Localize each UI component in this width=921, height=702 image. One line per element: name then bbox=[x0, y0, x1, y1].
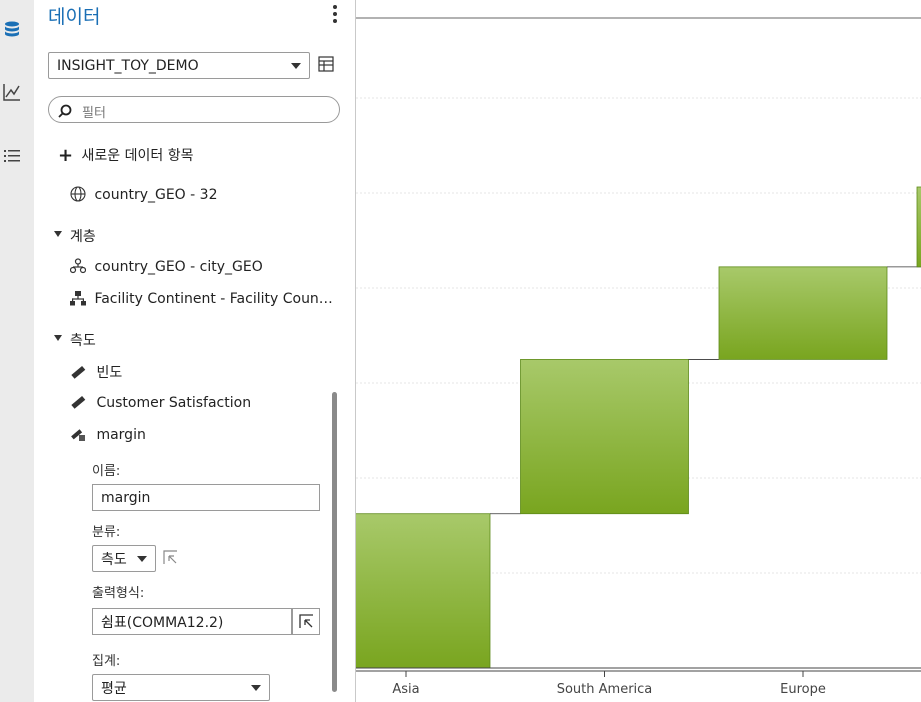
waterfall-chart bbox=[356, 17, 921, 677]
measure-ruler-icon bbox=[70, 364, 86, 384]
hierarchy-item[interactable]: Facility Continent - Facility Coun… bbox=[70, 290, 333, 310]
panel-scrollbar[interactable] bbox=[332, 392, 337, 692]
x-tick-label: Asia bbox=[392, 682, 420, 697]
aggregation-select[interactable]: 평균 bbox=[92, 674, 270, 701]
chevron-down-icon bbox=[137, 555, 147, 562]
format-input[interactable]: 쉼표(COMMA12.2) bbox=[92, 608, 292, 635]
class-label: 분류: bbox=[92, 525, 121, 540]
data-icon[interactable] bbox=[2, 20, 22, 40]
hierarchy-item-label: country_GEO - city_GEO bbox=[94, 259, 263, 275]
more-options-icon[interactable] bbox=[330, 4, 340, 24]
chevron-down-icon bbox=[251, 684, 261, 691]
geo-hierarchy-icon bbox=[69, 258, 87, 278]
name-input[interactable]: margin bbox=[92, 484, 320, 511]
measure-item[interactable]: Customer Satisfaction bbox=[70, 394, 251, 414]
measure-item[interactable]: 빈도 bbox=[70, 362, 122, 384]
chevron-down-icon bbox=[291, 62, 301, 69]
data-panel: 데이터 INSIGHT_TOY_DEMO 필터 + 새로운 데이터 항목 cou… bbox=[34, 0, 356, 702]
aggregation-value: 평균 bbox=[101, 680, 127, 697]
hierarchy-icon bbox=[70, 290, 86, 310]
datasource-select[interactable]: INSIGHT_TOY_DEMO bbox=[48, 52, 310, 79]
edit-format-button[interactable] bbox=[292, 608, 320, 635]
class-select[interactable]: 측도 bbox=[92, 545, 156, 572]
x-tick-label: Europe bbox=[780, 682, 826, 697]
hierarchy-section-header[interactable]: 계층 bbox=[70, 226, 96, 246]
calculated-measure-icon bbox=[70, 426, 86, 446]
datasource-value: INSIGHT_TOY_DEMO bbox=[57, 57, 199, 74]
x-tick-label: South America bbox=[556, 682, 653, 697]
search-icon bbox=[58, 103, 72, 122]
panel-title: 데이터 bbox=[48, 6, 101, 28]
measure-section-header[interactable]: 측도 bbox=[70, 330, 96, 350]
aggregation-label: 집계: bbox=[92, 654, 121, 669]
name-label: 이름: bbox=[92, 464, 121, 479]
globe-icon bbox=[70, 186, 86, 206]
line-chart-icon[interactable] bbox=[2, 82, 22, 102]
format-label: 출력형식: bbox=[92, 586, 145, 601]
measure-ruler-icon bbox=[70, 394, 86, 414]
collapse-measure-icon[interactable] bbox=[54, 335, 62, 341]
list-icon[interactable] bbox=[2, 146, 22, 166]
geo-item[interactable]: country_GEO - 32 bbox=[70, 186, 217, 206]
bar-partial[interactable] bbox=[916, 186, 921, 268]
measure-item-label: Customer Satisfaction bbox=[96, 395, 252, 411]
new-data-item-label: 새로운 데이터 항목 bbox=[81, 148, 194, 164]
edit-class-icon[interactable] bbox=[162, 549, 180, 567]
filter-input[interactable]: 필터 bbox=[48, 96, 340, 123]
geo-item-label: country_GEO - 32 bbox=[94, 187, 218, 203]
bar-europe[interactable] bbox=[718, 266, 888, 360]
hierarchy-item-label: Facility Continent - Facility Coun… bbox=[94, 291, 333, 307]
plus-icon: + bbox=[58, 145, 74, 166]
collapse-hierarchy-icon[interactable] bbox=[54, 231, 62, 237]
chart-area bbox=[356, 0, 921, 702]
measure-item-label: margin bbox=[96, 427, 146, 443]
measure-item-selected[interactable]: margin bbox=[70, 426, 146, 446]
datasource-details-icon[interactable] bbox=[318, 56, 334, 72]
bar-south-america[interactable] bbox=[520, 359, 689, 515]
new-data-item-button[interactable]: + 새로운 데이터 항목 bbox=[58, 145, 194, 166]
hierarchy-item[interactable]: country_GEO - city_GEO bbox=[69, 258, 263, 278]
class-value: 측도 bbox=[101, 551, 127, 568]
bar-asia[interactable] bbox=[356, 513, 491, 669]
measure-item-label: 빈도 bbox=[96, 365, 123, 381]
filter-placeholder: 필터 bbox=[82, 106, 106, 121]
left-icon-bar bbox=[0, 0, 34, 702]
